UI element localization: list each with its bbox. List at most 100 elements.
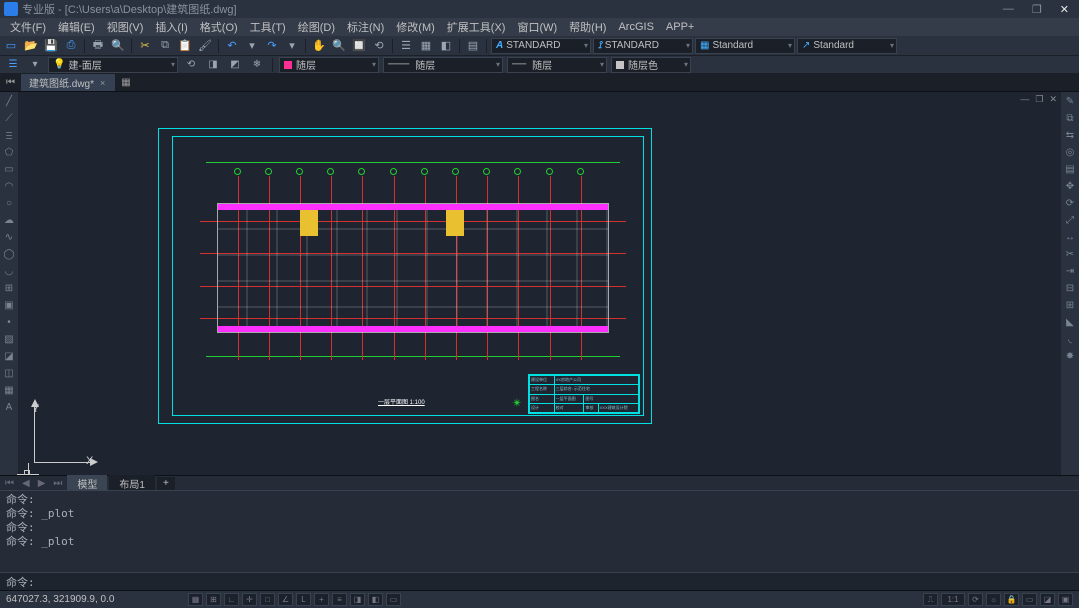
layout-first-icon[interactable]: ⏮ (2, 478, 17, 489)
region-icon[interactable]: ◫ (2, 366, 16, 380)
open-icon[interactable]: 📂 (22, 38, 40, 54)
layout-tab-1[interactable]: 布局1 (109, 475, 155, 492)
zoom-prev-icon[interactable]: ⟲ (370, 38, 388, 54)
erase-icon[interactable]: ✎ (1063, 94, 1077, 108)
array-icon[interactable]: ▤ (1063, 162, 1077, 176)
table-icon[interactable]: ▦ (2, 383, 16, 397)
menu-arcgis[interactable]: ArcGIS (612, 21, 659, 33)
menu-window[interactable]: 窗口(W) (511, 19, 563, 35)
plotstyle-combo[interactable]: 随层色 (611, 57, 691, 73)
otrack-toggle[interactable]: ∠ (278, 593, 293, 606)
annoscale-icon[interactable]: ⎍ (923, 593, 938, 606)
join-icon[interactable]: ⊞ (1063, 298, 1077, 312)
copy2-icon[interactable]: ⧉ (1063, 111, 1077, 125)
matchprop-icon[interactable]: 🖌 (196, 38, 214, 54)
clean-icon[interactable]: ▣ (1058, 593, 1073, 606)
doc-tab-1[interactable]: 建筑图纸.dwg* × (21, 74, 115, 91)
mirror-icon[interactable]: ⇆ (1063, 128, 1077, 142)
hatch-icon[interactable]: ▨ (2, 332, 16, 346)
vp-maximize[interactable]: ❐ (1035, 94, 1043, 105)
annoauto-icon[interactable]: ⟳ (968, 593, 983, 606)
ellipsearc-icon[interactable]: ◡ (2, 264, 16, 278)
menu-draw[interactable]: 绘图(D) (292, 19, 341, 35)
hw-icon[interactable]: ▭ (1022, 593, 1037, 606)
trim-icon[interactable]: ✂ (1063, 247, 1077, 261)
polygon-icon[interactable]: ⬠ (2, 145, 16, 159)
qp-toggle[interactable]: ◨ (350, 593, 365, 606)
fillet-icon[interactable]: ◟ (1063, 332, 1077, 346)
scale-icon[interactable]: ⤢ (1063, 213, 1077, 227)
layout-prev-icon[interactable]: ◀ (19, 478, 33, 489)
ducs-toggle[interactable]: L (296, 593, 311, 606)
tab-overflow-icon[interactable]: ▦ (117, 77, 134, 88)
extend-icon[interactable]: ⇥ (1063, 264, 1077, 278)
stretch-icon[interactable]: ↔ (1063, 230, 1077, 244)
vp-minimize[interactable]: — (1020, 94, 1029, 105)
maximize-button[interactable]: ❐ (1032, 3, 1042, 16)
dcenter-icon[interactable]: ▦ (417, 38, 435, 54)
vp-close[interactable]: ✕ (1049, 94, 1057, 105)
lock-icon[interactable]: 🔒 (1004, 593, 1019, 606)
drawing-canvas[interactable]: — ❐ ✕ (18, 92, 1061, 475)
ortho-toggle[interactable]: ∟ (224, 593, 239, 606)
cut-icon[interactable]: ✂ (136, 38, 154, 54)
pan-icon[interactable]: ✋ (310, 38, 328, 54)
tab-nav-first[interactable]: ⏮ (2, 77, 19, 88)
arc-icon[interactable]: ◠ (2, 179, 16, 193)
explode-icon[interactable]: ✸ (1063, 349, 1077, 363)
menu-app[interactable]: APP+ (660, 21, 700, 33)
lwt-toggle[interactable]: ≡ (332, 593, 347, 606)
menu-format[interactable]: 格式(O) (194, 19, 244, 35)
layeriso-icon[interactable]: ◨ (204, 57, 222, 73)
toolpal-icon[interactable]: ◧ (437, 38, 455, 54)
preview-icon[interactable]: 🔍 (109, 38, 127, 54)
tab-close-icon[interactable]: × (98, 78, 107, 88)
line-icon[interactable]: ╱ (2, 94, 16, 108)
minimize-button[interactable]: — (1003, 3, 1014, 16)
rectangle-icon[interactable]: ▭ (2, 162, 16, 176)
textstyle-combo[interactable]: ASTANDARD (491, 38, 591, 54)
layout-add-button[interactable]: + (157, 477, 175, 490)
break-icon[interactable]: ⊟ (1063, 281, 1077, 295)
menu-file[interactable]: 文件(F) (4, 19, 52, 35)
move-icon[interactable]: ✥ (1063, 179, 1077, 193)
grid-toggle[interactable]: ⊞ (206, 593, 221, 606)
print-icon[interactable]: 🖶 (89, 38, 107, 54)
color-combo[interactable]: 随层 (279, 57, 379, 73)
block-icon[interactable]: ▣ (2, 298, 16, 312)
undo-dropdown-icon[interactable]: ▾ (243, 38, 261, 54)
new-icon[interactable]: ▭ (2, 38, 20, 54)
scale-label[interactable]: 1:1 (941, 593, 965, 606)
circle-icon[interactable]: ○ (2, 196, 16, 210)
isolate-icon[interactable]: ◪ (1040, 593, 1055, 606)
spline-icon[interactable]: ∿ (2, 230, 16, 244)
menu-modify[interactable]: 修改(M) (390, 19, 441, 35)
polyline-icon[interactable]: Ⲷ (2, 128, 16, 142)
menu-view[interactable]: 视图(V) (101, 19, 150, 35)
ellipse-icon[interactable]: ◯ (2, 247, 16, 261)
layerstate-icon[interactable]: ▾ (26, 57, 44, 73)
properties-icon[interactable]: ☰ (397, 38, 415, 54)
layeroff-icon[interactable]: ◩ (226, 57, 244, 73)
zoom-rt-icon[interactable]: 🔍 (330, 38, 348, 54)
layerstate-combo[interactable]: 💡 建-面层 (48, 57, 178, 73)
calculator-icon[interactable]: ▤ (464, 38, 482, 54)
mleaderstyle-combo[interactable]: ↗Standard (797, 38, 897, 54)
rotate-icon[interactable]: ⟳ (1063, 196, 1077, 210)
insert-icon[interactable]: ⊞ (2, 281, 16, 295)
gradient-icon[interactable]: ◪ (2, 349, 16, 363)
menu-tools[interactable]: 工具(T) (244, 19, 292, 35)
menu-help[interactable]: 帮助(H) (563, 19, 612, 35)
saveas-icon[interactable]: ⎙ (62, 38, 80, 54)
layer-prev-icon[interactable]: ⟲ (182, 57, 200, 73)
layout-next-icon[interactable]: ▶ (35, 478, 49, 489)
layout-tab-model[interactable]: 模型 (67, 475, 107, 492)
save-icon[interactable]: 💾 (42, 38, 60, 54)
tablestyle-combo[interactable]: ▦Standard (695, 38, 795, 54)
dimstyle-combo[interactable]: ⟟STANDARD (593, 38, 693, 54)
linetype-combo[interactable]: ───随层 (383, 57, 503, 73)
menu-ext[interactable]: 扩展工具(X) (441, 19, 512, 35)
sc-toggle[interactable]: ◧ (368, 593, 383, 606)
chamfer-icon[interactable]: ◣ (1063, 315, 1077, 329)
close-button[interactable]: ✕ (1060, 3, 1069, 16)
